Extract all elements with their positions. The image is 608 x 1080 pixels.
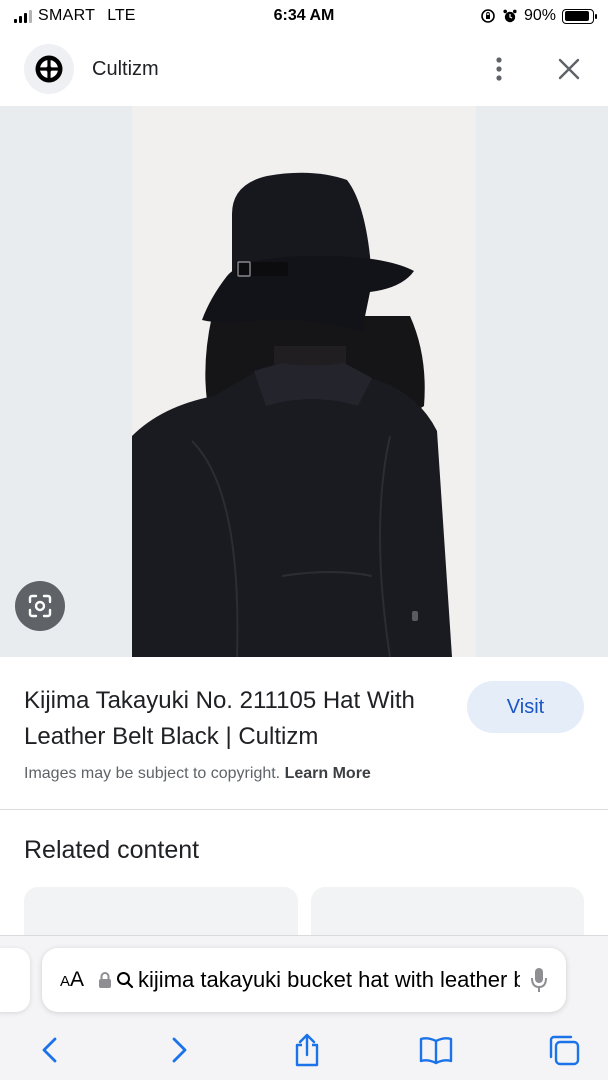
alarm-icon [503, 9, 517, 23]
browser-bottom-bar: AA kijima takayuki bucket hat with leath… [0, 935, 608, 1080]
lock-icon [98, 971, 112, 989]
site-logo-icon[interactable] [24, 44, 74, 94]
search-query-text[interactable]: kijima takayuki bucket hat with leather … [138, 967, 520, 993]
previous-tab-address-bar[interactable] [0, 948, 30, 1012]
divider [0, 809, 608, 810]
battery-percent: 90% [523, 7, 556, 24]
image-preview [0, 106, 608, 657]
lens-icon[interactable] [15, 581, 65, 631]
tabs-icon[interactable] [544, 1030, 584, 1070]
search-icon [116, 971, 134, 989]
reader-settings-button[interactable]: AA [60, 968, 84, 992]
signal-icon [14, 9, 32, 23]
more-vert-icon[interactable] [484, 54, 514, 84]
copyright-notice: Images may be subject to copyright. Lear… [24, 765, 371, 783]
status-bar: SMART LTE 6:34 AM 90% [0, 0, 608, 32]
carrier-name: SMART [38, 7, 96, 24]
site-name[interactable]: Cultizm [92, 58, 159, 81]
forward-icon[interactable] [159, 1030, 199, 1070]
network-type: LTE [107, 7, 136, 24]
learn-more-link[interactable]: Learn More [285, 765, 371, 782]
share-icon[interactable] [287, 1030, 327, 1070]
orientation-lock-icon [481, 9, 495, 23]
bookmarks-icon[interactable] [416, 1030, 456, 1070]
battery-icon [562, 8, 597, 24]
related-heading: Related content [24, 836, 200, 864]
site-header: Cultizm [0, 34, 608, 104]
address-bar[interactable]: AA kijima takayuki bucket hat with leath… [42, 948, 566, 1012]
result-title[interactable]: Kijima Takayuki No. 211105 Hat With Leat… [24, 683, 444, 755]
back-icon[interactable] [30, 1030, 70, 1070]
microphone-icon[interactable] [530, 967, 548, 993]
product-photo[interactable] [132, 106, 476, 657]
visit-button[interactable]: Visit [467, 681, 584, 733]
close-icon[interactable] [554, 54, 584, 84]
browser-toolbar [0, 1028, 608, 1072]
copyright-text: Images may be subject to copyright. [24, 765, 281, 782]
